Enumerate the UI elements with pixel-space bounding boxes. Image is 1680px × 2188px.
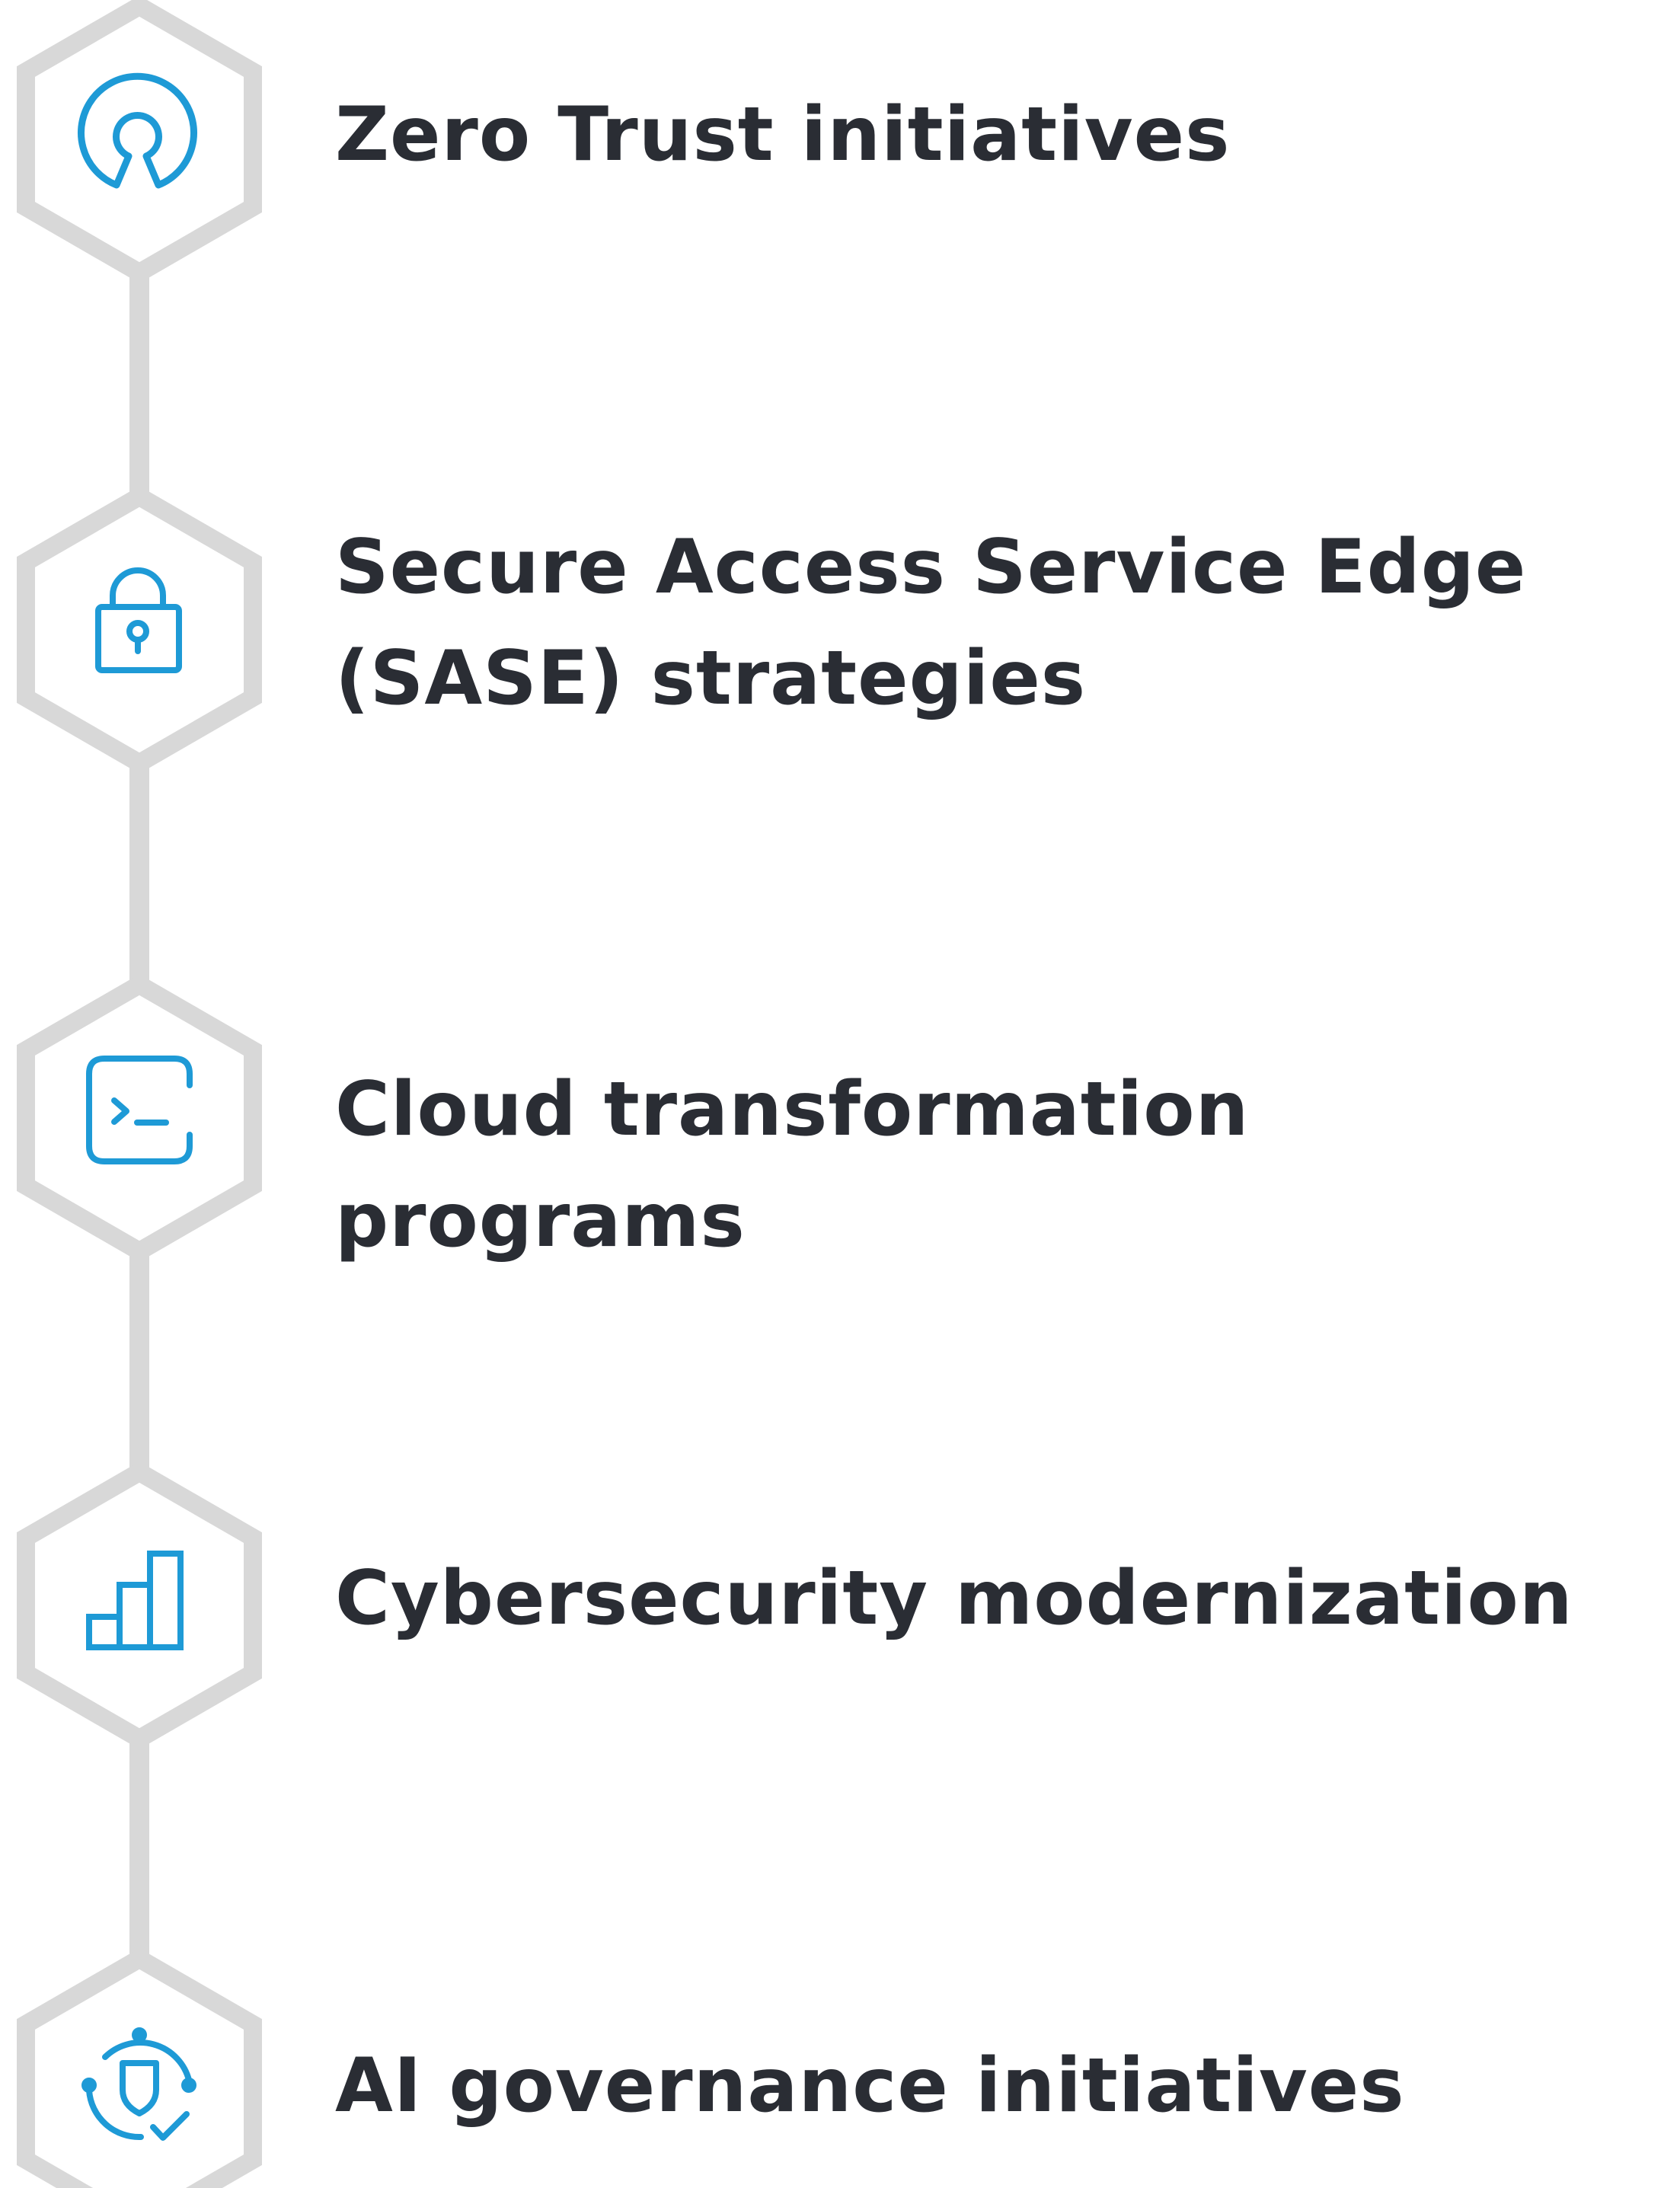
step-label-zero-trust: Zero Trust initiatives [335,91,1231,178]
hexagon-1 [17,0,262,283]
step-label-sase: Secure Access Service Edge (SASE) strate… [335,524,1527,722]
hexagon-5 [17,1948,262,2188]
step-label-cloud-transformation: Cloud transformation programs [335,1066,1250,1264]
step-label-cybersecurity: Cybersecurity modernization [335,1555,1573,1642]
hexagon-2 [17,486,262,774]
hexagon-4 [17,1461,262,1749]
hexagon-3 [17,974,262,1262]
timeline-diagram: Zero Trust initiatives Secure Access Ser… [0,0,1680,2188]
step-label-ai-governance: AI governance initiatives [335,2043,1405,2129]
